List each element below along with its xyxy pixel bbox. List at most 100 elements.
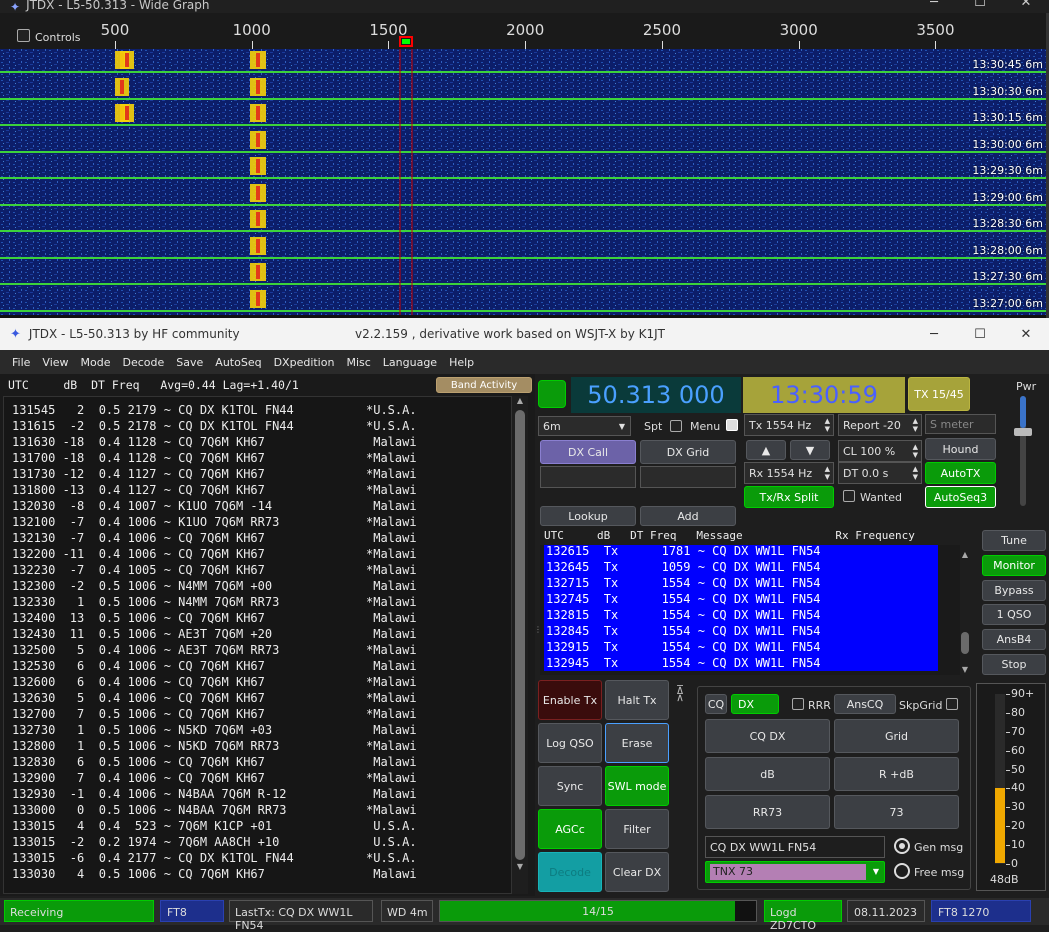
agcc-button[interactable]: AGCc (538, 809, 602, 849)
msg-db-button[interactable]: dB (705, 757, 830, 791)
decode-row[interactable]: 132600 6 0.4 1006 ~ CQ 7Q6M KH67 *Malawi (12, 674, 511, 690)
sync-button[interactable]: Sync (538, 766, 602, 806)
waterfall[interactable]: 13:30:45 6m 13:30:30 6m 13:30:15 6m 13:30:0… (0, 49, 1049, 315)
rx-row[interactable]: 132745 Tx 1554 ~ CQ DX WW1L FN54 (546, 591, 938, 607)
skpgrid-checkbox[interactable] (946, 698, 958, 710)
tx-up-button[interactable]: ▲ (746, 440, 786, 460)
decode-row[interactable]: 131630 -18 0.4 1128 ~ CQ 7Q6M KH67 Malaw… (12, 434, 511, 450)
halt-tx-button[interactable]: Halt Tx (605, 680, 669, 720)
stop-button[interactable]: Stop (982, 654, 1046, 675)
rx-row[interactable]: 132915 Tx 1554 ~ CQ DX WW1L FN54 (546, 639, 938, 655)
close-button[interactable]: ✕ (1003, 0, 1049, 10)
power-slider-handle[interactable] (1014, 428, 1032, 436)
decode-row[interactable]: 132630 5 0.4 1006 ~ CQ 7Q6M KH67 *Malawi (12, 690, 511, 706)
scroll-up-icon[interactable]: ▲ (958, 550, 972, 559)
dx-button[interactable]: DX (731, 694, 779, 714)
spin-arrows-icon[interactable]: ▲ ▼ (913, 465, 918, 481)
gen-msg-radio[interactable] (894, 838, 910, 854)
band-activity-scrollbar[interactable]: ▲ ▼ (512, 396, 528, 894)
decode-row[interactable]: 132100 -7 0.4 1006 ~ K1UO 7Q6M RR73 *Mal… (12, 514, 511, 530)
decode-row[interactable]: 132530 6 0.4 1006 ~ CQ 7Q6M KH67 Malawi (12, 658, 511, 674)
frequency-scale[interactable]: Controls 500 1000 1500 2000 2500 3000 3500 (0, 13, 1049, 49)
menu-item-help[interactable]: Help (449, 356, 474, 369)
tx-period-button[interactable]: TX 15/45 (908, 377, 970, 411)
menu-item-misc[interactable]: Misc (346, 356, 370, 369)
spt-checkbox[interactable] (670, 420, 682, 432)
menu-item-language[interactable]: Language (383, 356, 437, 369)
rx-frequency-list[interactable]: 132615 Tx 1781 ~ CQ DX WW1L FN54 132645 T… (540, 545, 960, 675)
swl-mode-button[interactable]: SWL mode (605, 766, 669, 806)
spin-arrows-icon[interactable]: ▲ ▼ (913, 417, 918, 433)
s-meter-field[interactable]: S meter (925, 414, 996, 434)
decode-row[interactable]: 132330 1 0.5 1006 ~ N4MM 7Q6M RR73 *Mala… (12, 594, 511, 610)
free-msg-combo[interactable]: TNX 73 ▼ (705, 861, 885, 883)
tx-rx-split-button[interactable]: Tx/Rx Split (744, 486, 834, 508)
dx-grid-input[interactable] (640, 466, 736, 488)
decode-row[interactable]: 132230 -7 0.4 1005 ~ CQ 7Q6M KH67 *Malaw… (12, 562, 511, 578)
menu-item-file[interactable]: File (12, 356, 30, 369)
msg-grid-button[interactable]: Grid (834, 719, 959, 753)
decode-row[interactable]: 132300 -2 0.5 1006 ~ N4MM 7Q6M +00 Malaw… (12, 578, 511, 594)
anscq-button[interactable]: AnsCQ (834, 694, 896, 714)
clear-dx-button[interactable]: Clear DX (605, 852, 669, 892)
menu-item-dxpedition[interactable]: DXpedition (274, 356, 335, 369)
spin-arrows-icon[interactable]: ▲ ▼ (825, 465, 830, 481)
decode-row[interactable]: 132400 13 0.5 1006 ~ CQ 7Q6M KH67 Malawi (12, 610, 511, 626)
decode-row[interactable]: 131730 -12 0.4 1127 ~ CQ 7Q6M KH67 *Mala… (12, 466, 511, 482)
log-qso-button[interactable]: Log QSO (538, 723, 602, 763)
menu-item-mode[interactable]: Mode (81, 356, 111, 369)
decode-row[interactable]: 132830 6 0.5 1006 ~ CQ 7Q6M KH67 Malawi (12, 754, 511, 770)
hound-button[interactable]: Hound (925, 438, 996, 460)
rx-row[interactable]: 132845 Tx 1554 ~ CQ DX WW1L FN54 (546, 623, 938, 639)
1-qso-button[interactable]: 1 QSO (982, 604, 1046, 626)
tab-expand-icon[interactable]: ⊼ ⊼ (676, 684, 684, 703)
menu-item-decode[interactable]: Decode (123, 356, 165, 369)
decode-row[interactable]: 132500 5 0.4 1006 ~ AE3T 7Q6M RR73 *Mala… (12, 642, 511, 658)
dx-call-input[interactable] (540, 466, 636, 488)
tx-frequency-spinbox[interactable]: Tx 1554 Hz ▲ ▼ (744, 414, 834, 436)
msg-r-db-button[interactable]: R +dB (834, 757, 959, 791)
menu-item-autoseq[interactable]: AutoSeq (215, 356, 261, 369)
autotx-button[interactable]: AutoTX (925, 462, 996, 484)
minimize-button[interactable]: ─ (911, 0, 957, 10)
rx-row[interactable]: 132645 Tx 1059 ~ CQ DX WW1L FN54 (546, 559, 938, 575)
lookup-button[interactable]: Lookup (540, 506, 636, 526)
splitter-handle[interactable]: ⋮ (534, 626, 542, 642)
decode-row[interactable]: 131700 -18 0.4 1128 ~ CQ 7Q6M KH67 *Mala… (12, 450, 511, 466)
decode-row[interactable]: 132900 7 0.4 1006 ~ CQ 7Q6M KH67 *Malawi (12, 770, 511, 786)
decode-row[interactable]: 132930 -1 0.4 1006 ~ N4BAA 7Q6M R-12 Mal… (12, 786, 511, 802)
scroll-down-icon[interactable]: ▼ (512, 862, 528, 871)
rx-row[interactable]: 132815 Tx 1554 ~ CQ DX WW1L FN54 (546, 607, 938, 623)
rx-row[interactable]: 132945 Tx 1554 ~ CQ DX WW1L FN54 (546, 655, 938, 671)
scroll-thumb[interactable] (961, 632, 969, 654)
scroll-down-icon[interactable]: ▼ (958, 665, 972, 674)
monitor-button[interactable]: Monitor (982, 554, 1046, 576)
scroll-thumb[interactable] (515, 410, 525, 860)
rx-scrollbar[interactable]: ▲ ▼ (958, 550, 972, 674)
decode-row[interactable]: 131615 -2 0.5 2178 ~ CQ DX K1TOL FN44 *U… (12, 418, 511, 434)
rx-row[interactable]: 132615 Tx 1781 ~ CQ DX WW1L FN54 (546, 545, 938, 559)
decode-row[interactable]: 132030 -8 0.4 1007 ~ K1UO 7Q6M -14 Malaw… (12, 498, 511, 514)
tx-frequency-marker[interactable] (399, 36, 413, 47)
spin-arrows-icon[interactable]: ▲ ▼ (825, 417, 830, 433)
power-slider[interactable] (1014, 396, 1032, 506)
decode-row[interactable]: 132730 1 0.5 1006 ~ N5KD 7Q6M +03 Malawi (12, 722, 511, 738)
decode-row[interactable]: 131545 2 0.5 2179 ~ CQ DX K1TOL FN44 *U.… (12, 402, 511, 418)
dt-spinbox[interactable]: DT 0.0 s ▲ ▼ (838, 462, 922, 484)
wanted-checkbox[interactable] (843, 490, 855, 502)
decode-row[interactable]: 133000 0 0.5 1006 ~ N4BAA 7Q6M RR73 *Mal… (12, 802, 511, 818)
maximize-button[interactable]: ☐ (957, 318, 1003, 350)
filter-button[interactable]: Filter (605, 809, 669, 849)
menu-checkbox[interactable] (726, 419, 738, 431)
menu-item-save[interactable]: Save (176, 356, 203, 369)
ansb4-button[interactable]: AnsB4 (982, 629, 1046, 651)
add-button[interactable]: Add (640, 506, 736, 526)
bypass-button[interactable]: Bypass (982, 579, 1046, 601)
band-select[interactable]: 6m ▼ (538, 416, 631, 436)
dx-call-button[interactable]: DX Call (540, 440, 636, 464)
msg-cq-dx-button[interactable]: CQ DX (705, 719, 830, 753)
controls-checkbox[interactable] (17, 29, 30, 42)
decode-row[interactable]: 133015 -6 0.4 2177 ~ CQ DX K1TOL FN44 *U… (12, 850, 511, 866)
autoseq3-button[interactable]: AutoSeq3 (925, 486, 996, 508)
decode-row[interactable]: 133015 4 0.4 523 ~ 7Q6M K1CP +01 U.S.A. (12, 818, 511, 834)
